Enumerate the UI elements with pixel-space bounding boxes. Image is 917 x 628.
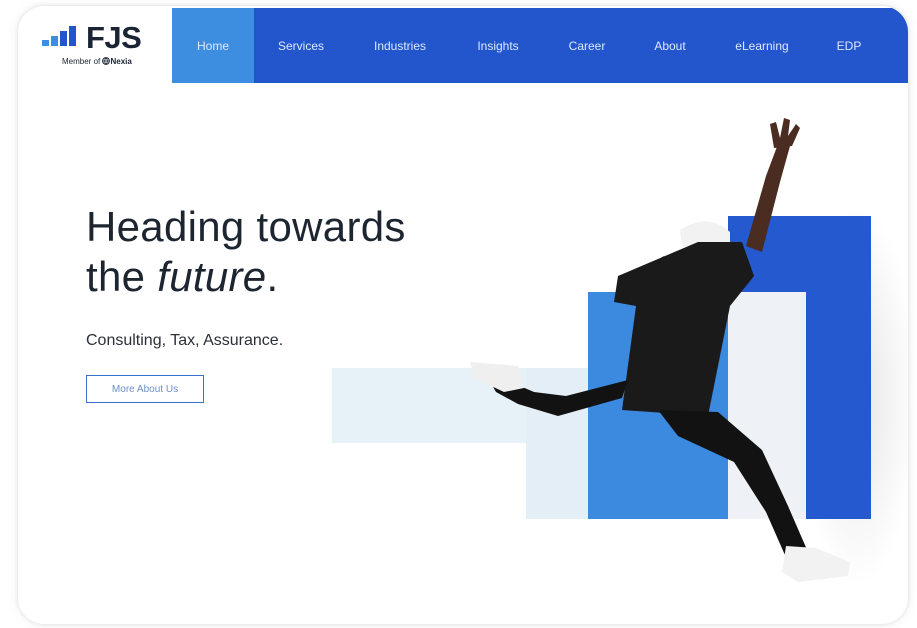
logo-subtext: Member of Nexia: [62, 57, 182, 66]
jumper-shadow: [798, 206, 908, 586]
hero-title: Heading towards the future.: [86, 202, 406, 302]
logo-text: FJS: [86, 20, 142, 55]
nav-item-industries[interactable]: Industries: [348, 8, 452, 83]
light-bar-wide: [332, 368, 588, 443]
mid-bar-lower: [664, 446, 728, 519]
jumping-person: [470, 118, 850, 582]
nav-item-edp[interactable]: EDP: [814, 8, 884, 83]
white-cutout: [668, 292, 728, 307]
nav-item-insights[interactable]: Insights: [452, 8, 544, 83]
hero-title-emphasis: future: [157, 253, 267, 300]
browser-frame: FJS Member of Nexia Home Services Indust…: [18, 6, 908, 624]
nav-item-about[interactable]: About: [630, 8, 710, 83]
hero-title-line2-prefix: the: [86, 253, 158, 300]
main-nav: Home Services Industries Insights Career…: [172, 8, 908, 83]
hero-subtitle: Consulting, Tax, Assurance.: [86, 332, 284, 349]
light-bar-tall: [526, 368, 588, 519]
logo-sub-prefix: Member of: [62, 57, 101, 66]
hero-graphic: [332, 118, 908, 586]
hero-title-line1: Heading towards: [86, 203, 406, 250]
bar-chart-icon: [42, 26, 76, 46]
more-about-us-button[interactable]: More About Us: [86, 375, 204, 403]
nav-item-career[interactable]: Career: [544, 8, 630, 83]
hero-title-line2-suffix: .: [266, 253, 279, 300]
mid-bar: [588, 292, 728, 519]
nav-item-services[interactable]: Services: [254, 8, 348, 83]
dark-bar: [728, 216, 871, 519]
nav-item-elearning[interactable]: eLearning: [710, 8, 814, 83]
dark-bar-inner: [728, 292, 806, 519]
nav-item-home[interactable]: Home: [172, 8, 254, 83]
logo-sub-brand: Nexia: [110, 57, 132, 66]
